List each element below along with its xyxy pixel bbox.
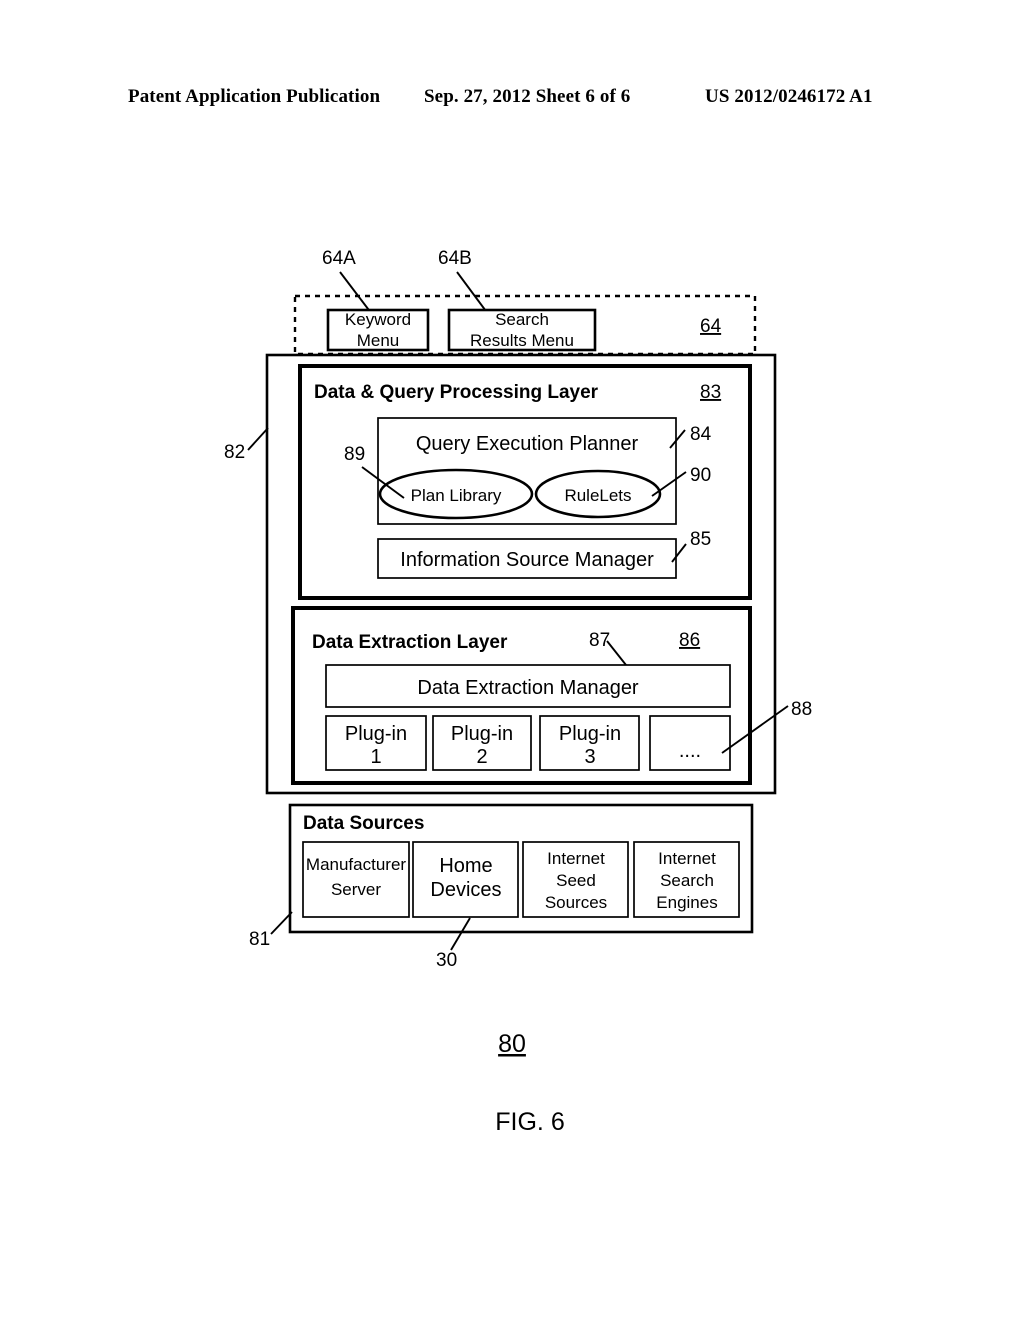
data-sources-title: Data Sources (303, 813, 424, 834)
ref-label-89: 89 (344, 444, 365, 465)
ref-label-84: 84 (690, 424, 712, 445)
figure-number-label: 80 (498, 1030, 526, 1058)
data-extraction-manager-title: Data Extraction Manager (417, 677, 639, 699)
search-results-menu-label-line2: Results Menu (470, 331, 574, 350)
ref-label-82: 82 (224, 442, 245, 463)
plugin-1-label-line2: 1 (370, 746, 381, 768)
plugin-1-label-line1: Plug-in (345, 723, 407, 745)
home-devices-line1: Home (439, 855, 492, 877)
rulelets-label: RuleLets (564, 486, 631, 505)
ref-label-64b: 64B (438, 248, 472, 269)
search-results-menu-label-line1: Search (495, 310, 549, 329)
plugin-more-label: .... (679, 740, 701, 762)
internet-seed-line2: Seed (556, 871, 596, 890)
information-source-manager-title: Information Source Manager (400, 549, 654, 571)
plan-library-label: Plan Library (411, 486, 502, 505)
ref-label-90: 90 (690, 465, 711, 486)
ref-label-85: 85 (690, 529, 711, 550)
internet-search-line3: Engines (656, 893, 717, 912)
ref-label-87: 87 (589, 630, 610, 651)
home-devices-line2: Devices (430, 879, 501, 901)
query-execution-planner-title: Query Execution Planner (416, 433, 639, 455)
keyword-menu-label-line2: Menu (357, 331, 400, 350)
ref-label-64a: 64A (322, 248, 356, 269)
plugin-3-label-line1: Plug-in (559, 723, 621, 745)
data-query-processing-layer-title: Data & Query Processing Layer (314, 382, 599, 403)
ref-label-88: 88 (791, 699, 812, 720)
internet-search-line1: Internet (658, 849, 716, 868)
plugin-2-label-line1: Plug-in (451, 723, 513, 745)
figure-6-diagram: 64A 64B Keyword Menu Search Results Menu… (224, 248, 812, 1136)
leader-82 (247, 427, 269, 451)
ref-label-81: 81 (249, 929, 270, 950)
manufacturer-server-line1: Manufacturer (306, 855, 406, 874)
plugin-3-label-line2: 3 (584, 746, 595, 768)
plugin-2-label-line2: 2 (476, 746, 487, 768)
ref-label-64: 64 (700, 316, 722, 337)
internet-seed-line3: Sources (545, 893, 607, 912)
internet-search-line2: Search (660, 871, 714, 890)
ref-label-86: 86 (679, 630, 700, 651)
internet-seed-line1: Internet (547, 849, 605, 868)
ref-label-83: 83 (700, 382, 721, 403)
data-extraction-layer-title: Data Extraction Layer (312, 632, 508, 653)
manufacturer-server-line2: Server (331, 880, 381, 899)
figure-caption: FIG. 6 (495, 1108, 564, 1136)
ref-label-30: 30 (436, 950, 457, 971)
keyword-menu-label-line1: Keyword (345, 310, 411, 329)
